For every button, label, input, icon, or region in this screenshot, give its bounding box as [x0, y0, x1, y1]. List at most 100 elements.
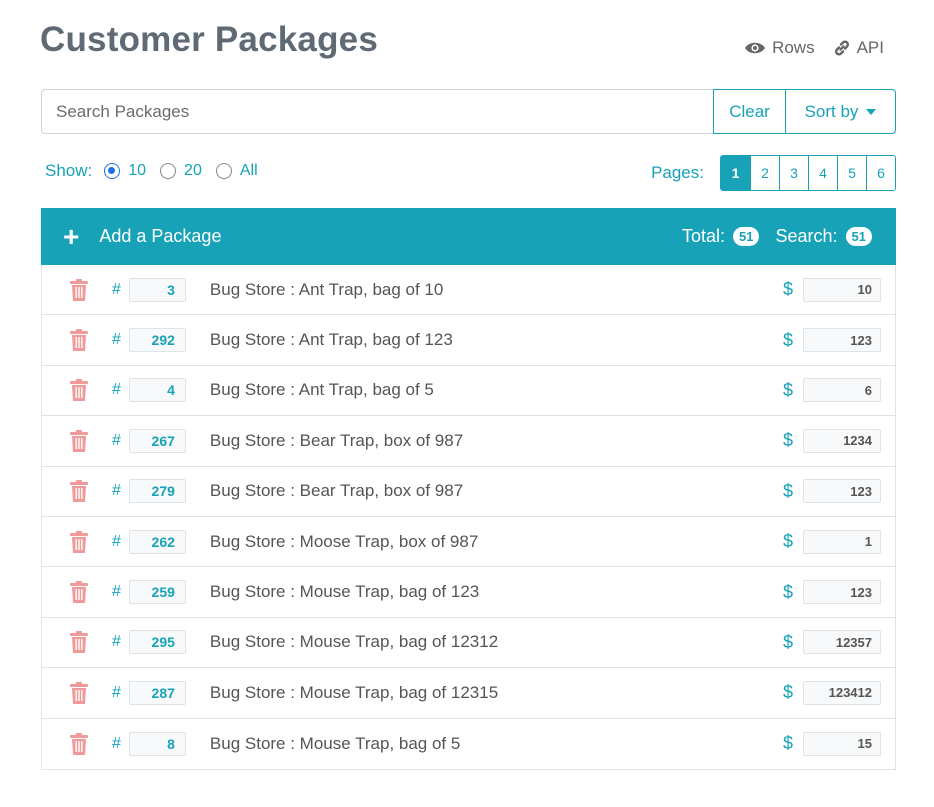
page-title: Customer Packages: [40, 20, 379, 59]
dollar-symbol: $: [782, 379, 793, 400]
package-id[interactable]: 262: [128, 529, 186, 554]
package-row: # 4 Bug Store : Ant Trap, bag of 5 $ 6: [42, 366, 895, 417]
add-package-button[interactable]: + Add a Package: [63, 220, 221, 252]
package-price[interactable]: 12357: [803, 630, 881, 655]
page-buttons: 1 2 3 4 5 6: [720, 155, 896, 191]
hash-symbol: #: [112, 482, 121, 500]
package-id[interactable]: 8: [128, 731, 186, 756]
show-count-selector: Show: 10 20 All: [45, 161, 272, 181]
trash-icon[interactable]: [70, 681, 88, 704]
package-price[interactable]: 1: [803, 529, 881, 554]
dollar-symbol: $: [782, 733, 793, 754]
caret-down-icon: [866, 108, 877, 115]
package-id[interactable]: 292: [128, 328, 186, 353]
trash-icon[interactable]: [70, 379, 88, 402]
trash-icon[interactable]: [70, 429, 88, 452]
hash-symbol: #: [112, 683, 121, 701]
trash-icon[interactable]: [70, 480, 88, 503]
dollar-symbol: $: [782, 329, 793, 350]
package-name: Bug Store : Ant Trap, bag of 5: [209, 380, 434, 400]
package-price[interactable]: 15: [803, 731, 881, 756]
package-id[interactable]: 4: [128, 378, 186, 403]
show-option-all[interactable]: All: [215, 162, 258, 180]
link-icon: [833, 39, 851, 57]
top-links: Rows API: [744, 38, 884, 58]
package-name: Bug Store : Ant Trap, bag of 10: [209, 279, 444, 299]
package-name: Bug Store : Mouse Trap, bag of 5: [209, 733, 461, 753]
page-button-1[interactable]: 1: [721, 156, 750, 190]
hash-symbol: #: [112, 331, 121, 349]
api-link[interactable]: API: [833, 38, 884, 58]
dollar-symbol: $: [782, 682, 793, 703]
hash-symbol: #: [112, 381, 121, 399]
package-name: Bug Store : Ant Trap, bag of 123: [209, 330, 453, 350]
trash-icon[interactable]: [70, 732, 88, 755]
trash-icon[interactable]: [70, 581, 88, 604]
trash-icon[interactable]: [70, 631, 88, 654]
package-id[interactable]: 259: [128, 580, 186, 605]
show-option-label: 10: [128, 162, 147, 179]
page-button-6[interactable]: 6: [866, 156, 895, 190]
package-id[interactable]: 287: [128, 680, 186, 705]
package-price[interactable]: 123412: [803, 680, 881, 705]
show-option-20[interactable]: 20: [160, 162, 202, 180]
package-price[interactable]: 10: [803, 277, 881, 302]
package-name: Bug Store : Bear Trap, box of 987: [209, 481, 464, 501]
radio-button-checked[interactable]: [104, 163, 121, 179]
plus-icon: +: [63, 220, 80, 252]
package-row: # 292 Bug Store : Ant Trap, bag of 123 $…: [42, 315, 895, 366]
radio-button[interactable]: [160, 163, 177, 179]
clear-button[interactable]: Clear: [713, 89, 786, 134]
package-price[interactable]: 123: [803, 580, 881, 605]
search-badge: 51: [845, 227, 872, 246]
package-price[interactable]: 123: [803, 479, 881, 504]
package-row: # 267 Bug Store : Bear Trap, box of 987 …: [42, 416, 895, 467]
page-button-5[interactable]: 5: [837, 156, 866, 190]
trash-icon[interactable]: [70, 278, 88, 301]
package-row: # 295 Bug Store : Mouse Trap, bag of 123…: [42, 618, 895, 669]
dollar-symbol: $: [782, 480, 793, 501]
package-list: # 3 Bug Store : Ant Trap, bag of 10 $ 10…: [41, 265, 896, 770]
package-row: # 3 Bug Store : Ant Trap, bag of 10 $ 10: [42, 265, 895, 316]
totals: Total: 51 Search: 51: [676, 226, 872, 247]
search-bar: Clear Sort by: [41, 89, 896, 134]
package-id[interactable]: 295: [128, 630, 186, 655]
package-price[interactable]: 1234: [803, 428, 881, 453]
trash-icon[interactable]: [70, 329, 88, 352]
hash-symbol: #: [112, 431, 121, 449]
pages-label: Pages:: [651, 163, 704, 182]
package-price[interactable]: 123: [803, 328, 881, 353]
dollar-symbol: $: [782, 531, 793, 552]
package-name: Bug Store : Mouse Trap, bag of 12312: [209, 632, 499, 652]
package-row: # 8 Bug Store : Mouse Trap, bag of 5 $ 1…: [42, 719, 895, 769]
show-option-label: All: [239, 162, 258, 179]
hash-symbol: #: [112, 583, 121, 601]
list-header: + Add a Package Total: 51 Search: 51: [41, 208, 896, 265]
radio-button[interactable]: [215, 163, 232, 179]
sort-by-dropdown[interactable]: Sort by: [786, 89, 896, 134]
api-link-label: API: [856, 38, 884, 57]
package-id[interactable]: 267: [128, 428, 186, 453]
trash-icon[interactable]: [70, 530, 88, 553]
rows-link-label: Rows: [772, 38, 815, 57]
page-button-3[interactable]: 3: [779, 156, 808, 190]
show-option-label: 20: [184, 162, 202, 179]
package-id[interactable]: 3: [128, 277, 186, 302]
rows-link[interactable]: Rows: [744, 38, 815, 58]
dollar-symbol: $: [782, 430, 793, 451]
hash-symbol: #: [112, 280, 121, 298]
page-button-2[interactable]: 2: [750, 156, 779, 190]
sort-by-label: Sort by: [804, 101, 859, 121]
package-id[interactable]: 279: [128, 479, 186, 504]
dollar-symbol: $: [782, 279, 793, 300]
package-name: Bug Store : Mouse Trap, bag of 123: [209, 582, 480, 602]
package-name: Bug Store : Mouse Trap, bag of 12315: [209, 682, 499, 702]
pagination: Pages: 1 2 3 4 5 6: [651, 155, 896, 191]
search-input[interactable]: [41, 89, 713, 134]
total-count: Total: 51: [682, 226, 760, 247]
show-option-10[interactable]: 10: [104, 162, 146, 180]
package-price[interactable]: 6: [803, 378, 881, 403]
hash-symbol: #: [112, 532, 121, 550]
package-row: # 259 Bug Store : Mouse Trap, bag of 123…: [42, 567, 895, 618]
page-button-4[interactable]: 4: [808, 156, 837, 190]
